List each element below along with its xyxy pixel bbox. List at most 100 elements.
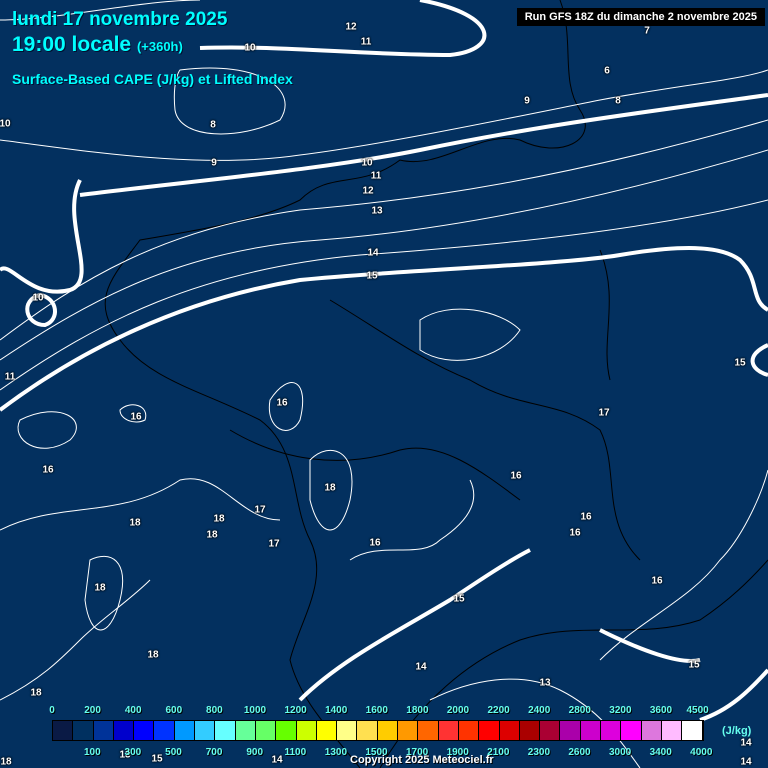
colorbar-swatch [398,721,419,740]
cape-contour-map [0,0,768,768]
colorbar-tick-bottom: 3000 [608,747,632,758]
contour-value-label: 10 [244,42,256,54]
contour-value-label: 16 [510,470,522,482]
colorbar-swatch [93,721,114,740]
colorbar-swatch [601,721,622,740]
colorbar-tick-bottom: 300 [124,747,142,758]
colorbar-swatch [438,721,459,740]
contour-value-label: 11 [4,371,16,383]
legend-unit: (J/kg) [722,725,752,737]
colorbar-tick-top: 200 [84,705,101,716]
contour-value-label: 18 [213,513,225,525]
contour-value-label: 16 [130,411,142,423]
colorbar-swatch [377,721,399,740]
colorbar-swatch [235,721,256,740]
colorbar-swatch [316,721,338,740]
contour-value-label: 15 [688,659,700,671]
lead-time: (+360h) [136,39,183,54]
contour-value-label: 16 [580,511,592,523]
colorbar-swatch [255,721,277,740]
colorbar-swatch [519,721,541,740]
colorbar-tick-bottom: 3400 [649,747,672,758]
colorbar-swatch [276,721,297,740]
contour-value-label: 17 [268,538,280,550]
contour-value-label: 13 [371,205,383,217]
contour-value-label: 16 [369,537,381,549]
colorbar-tick-bottom: 500 [165,747,182,758]
colorbar-tick-bottom: 1300 [324,747,348,758]
colorbar-tick-bottom: 900 [246,747,264,758]
colorbar-tick-bottom: 100 [83,747,101,758]
colorbar-swatch [580,721,602,740]
contour-value-label: 16 [569,527,581,539]
contour-value-label: 18 [94,582,106,594]
colorbar-tick-top: 4500 [686,705,709,716]
contour-value-label: 18 [129,517,141,529]
contour-value-label: 12 [362,185,374,197]
colorbar-swatch [195,721,216,740]
contour-value-label: 15 [151,753,163,765]
contour-value-label: 9 [524,95,530,107]
model-run-label: Run GFS 18Z du dimanche 2 novembre 2025 [516,8,765,26]
colorbar-tick-bottom: 700 [205,747,223,758]
colorbar-swatch [53,721,74,740]
contour-value-label: 12 [345,21,357,33]
contour-value-label: 17 [598,407,610,419]
colorbar-swatch [296,721,317,740]
contour-value-label: 14 [740,737,752,749]
colorbar-tick-top: 1000 [243,705,267,716]
colorbar-swatch [215,721,236,740]
thick-contours [0,0,768,722]
contour-value-label: 15 [366,270,378,282]
contour-value-label: 6 [604,65,610,77]
contour-value-label: 14 [740,756,752,768]
contour-value-label: 8 [210,119,216,131]
colorbar-tick-top: 0 [49,705,55,716]
colorbar-swatch [560,721,581,740]
colorbar-swatch [357,721,378,740]
weather-map: lundi 17 novembre 2025 19:00 locale (+36… [0,0,768,768]
colorbar-tick-top: 1800 [406,705,429,716]
contour-value-label: 18 [30,687,42,699]
contour-value-label: 17 [254,504,266,516]
colorbar-swatch [154,721,175,740]
colorbar-tick-bottom: 2600 [568,747,591,758]
contour-value-label: 16 [276,397,288,409]
contour-value-label: 14 [415,661,427,673]
colorbar-tick-top: 1600 [365,705,388,716]
colorbar-tick-top: 2400 [528,705,551,716]
contour-value-label: 14 [367,247,379,259]
colorbar-tick-top: 400 [124,705,142,716]
parameter-title: Surface-Based CAPE (J/kg) et Lifted Inde… [12,71,293,87]
contour-value-label: 11 [360,36,372,48]
colorbar-swatch [479,721,500,740]
copyright: Copyright 2025 Meteociel.fr [350,754,494,766]
colorbar-swatch [337,721,358,740]
colorbar-legend [52,720,704,741]
colorbar-tick-top: 1200 [284,705,307,716]
contour-value-label: 10 [32,292,44,304]
contour-value-label: 16 [42,464,54,476]
colorbar-swatch [73,721,94,740]
colorbar-tick-top: 3600 [649,705,673,716]
contour-value-label: 18 [206,529,218,541]
contour-value-label: 18 [324,482,336,494]
colorbar-swatch [661,721,683,740]
colorbar-swatch [682,721,703,740]
colorbar-swatch [458,721,480,740]
contour-value-label: 11 [370,170,382,182]
colorbar-tick-top: 2800 [568,705,591,716]
colorbar-tick-bottom: 4000 [690,747,713,758]
colorbar-swatch [540,721,561,740]
colorbar-swatch [418,721,439,740]
colorbar-tick-top: 800 [206,705,223,716]
colorbar-tick-top: 1400 [325,705,348,716]
colorbar-tick-bottom: 2300 [527,747,551,758]
colorbar-tick-top: 600 [165,705,183,716]
forecast-date: lundi 17 novembre 2025 [12,9,228,30]
contour-value-label: 15 [453,593,465,605]
colorbar-tick-top: 2200 [487,705,510,716]
contour-value-label: 10 [361,157,373,169]
contour-value-label: 18 [147,649,159,661]
contour-value-label: 13 [539,677,551,689]
